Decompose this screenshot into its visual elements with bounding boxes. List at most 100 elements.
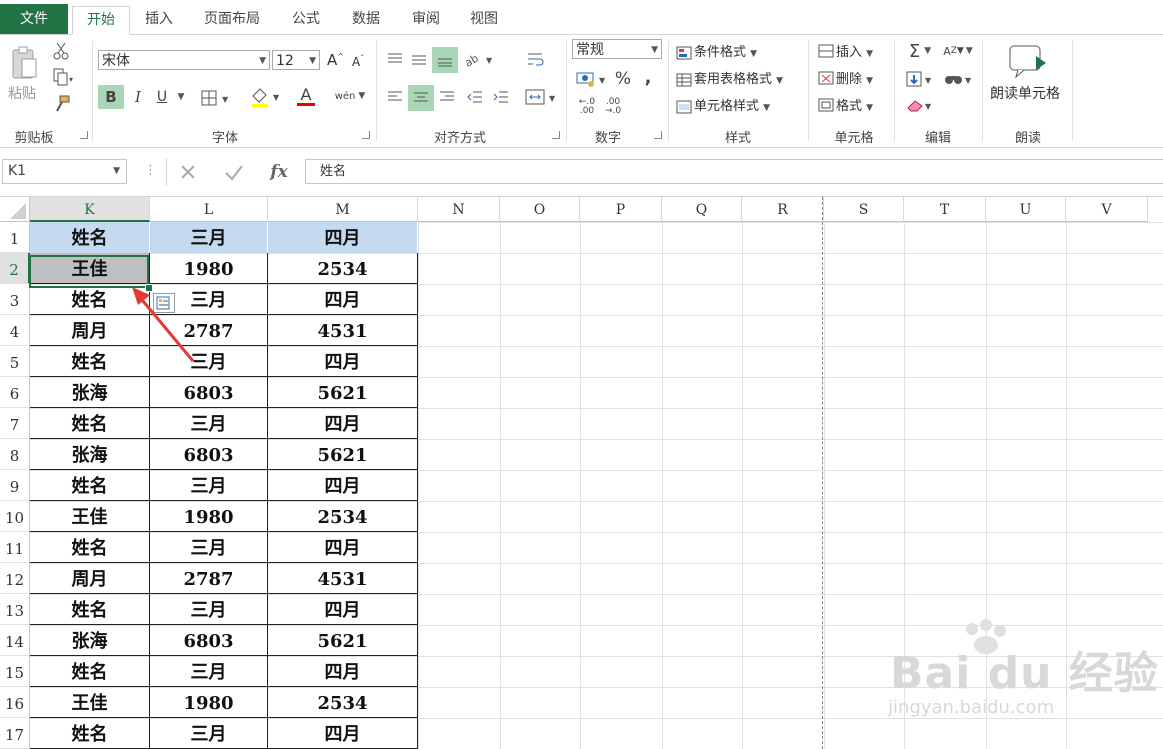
find-select-icon[interactable]: ▼ <box>940 67 976 91</box>
conditional-formatting-button[interactable]: 条件格式 ▼ <box>676 41 757 60</box>
table-cell[interactable]: 6803 <box>150 625 268 656</box>
column-header[interactable]: V <box>1066 197 1148 222</box>
cut-icon[interactable] <box>50 41 72 61</box>
align-left-icon[interactable] <box>384 85 406 109</box>
enter-icon[interactable] <box>222 160 246 184</box>
format-painter-icon[interactable] <box>50 93 74 115</box>
align-right-icon[interactable] <box>436 85 458 109</box>
column-header[interactable]: R <box>742 197 824 222</box>
table-cell[interactable]: 1980 <box>150 501 268 532</box>
name-box[interactable]: K1 ▼ <box>2 159 127 184</box>
table-cell[interactable]: 1980 <box>150 687 268 718</box>
tab-data[interactable]: 数据 <box>342 6 390 32</box>
speak-cells-icon[interactable] <box>1006 43 1050 81</box>
tab-review[interactable]: 审阅 <box>402 6 450 32</box>
number-format-dropdown[interactable]: 常规 ▼ <box>572 39 662 59</box>
table-cell[interactable]: 三月 <box>150 594 268 625</box>
tab-home[interactable]: 开始 <box>72 6 130 35</box>
table-cell[interactable]: 姓名 <box>30 408 150 439</box>
copy-icon[interactable]: ▾ <box>50 67 76 87</box>
table-cell[interactable]: 四月 <box>268 470 418 501</box>
fill-color-icon[interactable]: ▼ <box>248 85 288 109</box>
autosum-button[interactable]: Σ ▼ <box>902 39 938 63</box>
table-cell[interactable]: 姓名 <box>30 594 150 625</box>
speak-cells-button[interactable]: 朗读单元格 <box>990 83 1060 103</box>
delete-cells-button[interactable]: 删除 ▼ <box>818 68 873 89</box>
table-cell[interactable]: 三月 <box>150 470 268 501</box>
column-header[interactable]: S <box>824 197 904 222</box>
table-cell[interactable]: 姓名 <box>30 718 150 749</box>
bold-button[interactable]: B <box>98 85 124 109</box>
align-bottom-icon[interactable] <box>432 47 458 73</box>
row-header[interactable]: 7 <box>0 408 30 439</box>
table-cell[interactable]: 张海 <box>30 625 150 656</box>
row-header[interactable]: 12 <box>0 563 30 594</box>
tab-insert[interactable]: 插入 <box>136 6 182 32</box>
row-header[interactable]: 17 <box>0 718 30 749</box>
decrease-indent-icon[interactable] <box>464 85 486 109</box>
clipboard-launcher-icon[interactable] <box>80 131 88 139</box>
sort-filter-button[interactable]: A Z▼ ▼ <box>940 39 976 63</box>
column-header[interactable]: P <box>580 197 662 222</box>
tab-page-layout[interactable]: 页面布局 <box>194 6 270 32</box>
table-cell[interactable]: 2534 <box>268 687 418 718</box>
table-cell[interactable]: 2534 <box>268 501 418 532</box>
row-header[interactable]: 9 <box>0 470 30 501</box>
increase-indent-icon[interactable] <box>490 85 512 109</box>
font-size-dropdown[interactable]: 12 ▼ <box>272 50 320 70</box>
column-header[interactable]: U <box>986 197 1066 222</box>
table-cell[interactable]: 四月 <box>268 656 418 687</box>
percent-style-button[interactable]: % <box>612 67 634 91</box>
shrink-font-button[interactable]: Aˇ <box>352 54 364 69</box>
insert-cells-button[interactable]: 插入 ▼ <box>818 41 873 62</box>
table-cell[interactable]: 5621 <box>268 439 418 470</box>
table-cell[interactable]: 王佳 <box>30 501 150 532</box>
decrease-decimal-button[interactable]: .00 →.0 <box>600 95 626 119</box>
clear-icon[interactable]: ▼ <box>902 93 938 117</box>
table-cell[interactable]: 6803 <box>150 439 268 470</box>
align-top-icon[interactable] <box>384 47 406 71</box>
fill-button[interactable]: ▼ <box>902 67 938 91</box>
row-header[interactable]: 13 <box>0 594 30 625</box>
row-header[interactable]: 14 <box>0 625 30 656</box>
cell-styles-button[interactable]: 单元格样式 ▼ <box>676 95 770 114</box>
number-launcher-icon[interactable] <box>654 131 662 139</box>
table-cell[interactable]: 三月 <box>150 656 268 687</box>
orientation-icon[interactable]: ab ▼ <box>462 47 498 71</box>
table-cell[interactable]: 周月 <box>30 563 150 594</box>
table-cell[interactable]: 四月 <box>268 718 418 749</box>
column-header[interactable]: Q <box>662 197 742 222</box>
accounting-format-icon[interactable]: ▼ <box>574 67 610 91</box>
column-header[interactable]: N <box>418 197 500 222</box>
insert-function-button[interactable]: fx <box>266 160 292 184</box>
phonetic-guide-button[interactable]: wén ▼ <box>330 83 370 109</box>
table-cell[interactable]: 姓名 <box>30 470 150 501</box>
cancel-icon[interactable] <box>176 160 200 184</box>
tab-file[interactable]: 文件 <box>0 4 68 34</box>
wrap-text-icon[interactable] <box>522 47 548 71</box>
grow-font-button[interactable]: A^ <box>327 51 344 69</box>
font-launcher-icon[interactable] <box>362 131 370 139</box>
align-middle-icon[interactable] <box>408 47 430 71</box>
increase-decimal-button[interactable]: ←.0.00 <box>574 95 600 119</box>
table-cell[interactable]: 2787 <box>150 563 268 594</box>
row-header[interactable]: 8 <box>0 439 30 470</box>
column-header[interactable]: O <box>500 197 580 222</box>
format-as-table-button[interactable]: 套用表格格式 ▼ <box>676 68 783 87</box>
table-cell[interactable]: 姓名 <box>30 656 150 687</box>
table-cell[interactable]: 4531 <box>268 563 418 594</box>
table-cell[interactable]: 三月 <box>150 532 268 563</box>
paste-icon[interactable] <box>6 43 42 83</box>
row-header[interactable]: 15 <box>0 656 30 687</box>
row-header[interactable]: 10 <box>0 501 30 532</box>
table-cell[interactable]: 姓名 <box>30 532 150 563</box>
table-cell[interactable]: 5621 <box>268 625 418 656</box>
tab-view[interactable]: 视图 <box>460 6 508 32</box>
column-header[interactable]: T <box>904 197 986 222</box>
table-cell[interactable]: 四月 <box>268 408 418 439</box>
table-cell[interactable]: 张海 <box>30 439 150 470</box>
alignment-launcher-icon[interactable] <box>552 131 560 139</box>
underline-button[interactable]: U <box>152 85 172 109</box>
font-color-button[interactable]: A <box>288 83 324 109</box>
format-cells-button[interactable]: 格式 ▼ <box>818 95 873 116</box>
